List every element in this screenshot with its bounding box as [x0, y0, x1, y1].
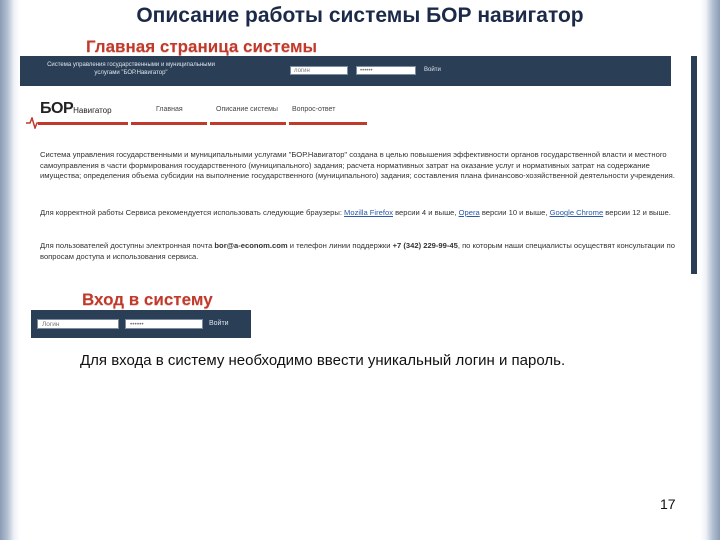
opera-link[interactable]: Opera [459, 208, 480, 217]
nav-underline-2 [131, 122, 207, 125]
logo-sub: Навигатор [73, 106, 112, 115]
login-instructions: Для входа в систему необходимо ввести ун… [80, 352, 566, 369]
browser-text-3: версии 10 и выше, [479, 208, 550, 217]
nav-underline-3 [210, 122, 286, 125]
nav-home[interactable]: Главная [156, 106, 183, 113]
browser-recommendation-paragraph: Для корректной работы Сервиса рекомендуе… [40, 208, 688, 219]
nav-underline-1 [38, 122, 128, 125]
nav-underline-4 [289, 122, 367, 125]
bor-logo[interactable]: БОРНавигатор [40, 100, 112, 118]
support-email: bor@a-econom.com [214, 241, 288, 250]
password-input[interactable]: •••••• [125, 319, 203, 329]
system-description-paragraph: Система управления государственными и му… [40, 150, 675, 180]
support-text-1: Для пользователей доступны электронная п… [40, 241, 215, 250]
support-contacts-paragraph: Для пользователей доступны электронная п… [40, 241, 688, 262]
nav-description[interactable]: Описание системы [216, 106, 278, 113]
header-password-input[interactable]: •••••• [356, 66, 416, 75]
browser-text-2: версии 4 и выше, [393, 208, 459, 217]
browser-text-1: Для корректной работы Сервиса рекомендуе… [40, 208, 345, 217]
slide-title: Описание работы системы БОР навигатор [136, 4, 584, 27]
header-enter-link[interactable]: Войти [424, 67, 441, 73]
site-header-bar: Система управления государственными и му… [20, 56, 671, 86]
chrome-link[interactable]: Google Chrome [550, 208, 604, 217]
system-name: Система управления государственными и му… [47, 62, 215, 76]
support-text-2: и телефон линии поддержки [287, 241, 393, 250]
header-login-input[interactable]: логин [290, 66, 348, 75]
support-phone: +7 (342) 229-99-45 [392, 241, 458, 250]
firefox-link[interactable]: Mozilla Firefox [344, 208, 393, 217]
login-button[interactable]: Войти [209, 320, 229, 327]
login-bar: Логин •••••• Войти [31, 310, 251, 338]
browser-text-4: версии 12 и выше. [603, 208, 671, 217]
nav-faq[interactable]: Вопрос-ответ [292, 106, 335, 113]
main-page-heading: Главная страница системы [86, 37, 318, 56]
login-heading: Вход в систему [82, 290, 213, 309]
page-number: 17 [660, 496, 676, 512]
login-input[interactable]: Логин [37, 319, 119, 329]
logo-main: БОР [40, 100, 74, 117]
